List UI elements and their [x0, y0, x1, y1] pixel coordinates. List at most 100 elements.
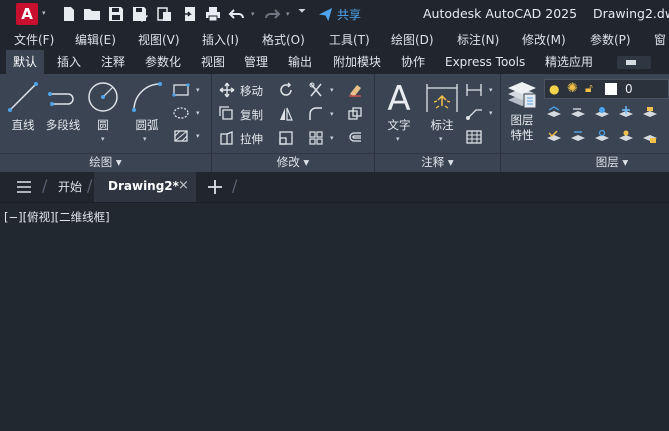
- layer-unlock-icon[interactable]: 🔓︎: [585, 81, 593, 96]
- rectangle-icon[interactable]: [172, 82, 190, 98]
- panel-title-annotation[interactable]: 注释 ▾: [375, 154, 500, 172]
- tab-collaborate[interactable]: 协作: [401, 50, 425, 74]
- menu-dimension[interactable]: 标注(N): [457, 31, 499, 48]
- dimension-dropdown-icon[interactable]: ▾: [439, 135, 443, 143]
- move-button[interactable]: 移动: [240, 83, 263, 99]
- tab-express-tools[interactable]: Express Tools: [445, 50, 525, 74]
- drawing-canvas[interactable]: [−][俯视][二维线框]: [0, 202, 669, 431]
- offset-icon[interactable]: [347, 130, 363, 146]
- open-folder-icon[interactable]: [83, 5, 101, 23]
- layer-thaw-icon[interactable]: ✺: [567, 81, 578, 96]
- layer-unisolate-icon[interactable]: [594, 129, 610, 145]
- layer-previous-icon[interactable]: [570, 105, 586, 121]
- viewport-controls[interactable]: [−][俯视][二维线框]: [4, 209, 110, 225]
- menu-tools[interactable]: 工具(T): [329, 31, 370, 48]
- menu-parametric[interactable]: 参数(P): [590, 31, 631, 48]
- undo-icon[interactable]: [228, 5, 246, 23]
- ribbon-minimize-toggle[interactable]: [617, 56, 651, 69]
- save-icon[interactable]: [107, 5, 125, 23]
- gradient-icon[interactable]: [172, 128, 190, 144]
- fillet-icon[interactable]: [308, 106, 324, 122]
- arc-dropdown-icon[interactable]: ▾: [143, 135, 147, 143]
- stretch-button[interactable]: 拉伸: [240, 131, 263, 147]
- layer-make-current-icon[interactable]: [546, 129, 562, 145]
- layer-off-icon[interactable]: [618, 129, 634, 145]
- redo-icon[interactable]: [263, 5, 281, 23]
- layer-unlock-all-icon[interactable]: [642, 129, 658, 145]
- customize-toolbar-icon[interactable]: ⏷: [298, 6, 306, 17]
- close-tab-icon[interactable]: ×: [178, 178, 189, 193]
- menu-window[interactable]: 窗: [654, 31, 666, 48]
- array-icon[interactable]: [308, 130, 324, 146]
- trim-dropdown-icon[interactable]: ▾: [330, 86, 334, 94]
- panel-title-draw[interactable]: 绘图 ▾: [0, 154, 211, 172]
- circle-button[interactable]: 圆: [86, 80, 120, 133]
- text-dropdown-icon[interactable]: ▾: [396, 135, 400, 143]
- new-tab-icon[interactable]: [207, 179, 223, 195]
- text-button[interactable]: A 文字: [384, 80, 414, 133]
- layer-isolate-icon[interactable]: [594, 105, 610, 121]
- rectangle-dropdown-icon[interactable]: ▾: [196, 86, 200, 94]
- plot-icon[interactable]: [204, 5, 222, 23]
- menu-draw[interactable]: 绘图(D): [391, 31, 434, 48]
- trim-icon[interactable]: [308, 82, 324, 98]
- linear-dimension-dropdown-icon[interactable]: ▾: [489, 86, 493, 94]
- new-file-icon[interactable]: [60, 5, 78, 23]
- tab-manage[interactable]: 管理: [244, 50, 268, 74]
- publish-icon[interactable]: [181, 5, 199, 23]
- rotate-icon[interactable]: [278, 82, 294, 98]
- copy-button[interactable]: 复制: [240, 107, 263, 123]
- erase-icon[interactable]: [347, 82, 363, 98]
- sheet-set-icon[interactable]: [155, 5, 173, 23]
- tab-view[interactable]: 视图: [201, 50, 225, 74]
- dimension-button[interactable]: 标注: [424, 80, 460, 133]
- autocad-logo[interactable]: A: [16, 3, 38, 25]
- hatch-dropdown-icon[interactable]: ▾: [196, 109, 200, 117]
- save-as-icon[interactable]: [131, 5, 149, 23]
- gradient-dropdown-icon[interactable]: ▾: [196, 132, 200, 140]
- panel-title-modify[interactable]: 修改 ▾: [212, 154, 374, 172]
- menu-view[interactable]: 视图(V): [138, 31, 180, 48]
- tab-featured-apps[interactable]: 精选应用: [545, 50, 593, 74]
- layer-properties-button[interactable]: 图层 特性: [504, 80, 540, 143]
- redo-caret-icon[interactable]: ▾: [286, 10, 290, 18]
- linear-dimension-icon[interactable]: [465, 82, 483, 98]
- drawing2-tab[interactable]: Drawing2* ×: [94, 172, 196, 202]
- menu-modify[interactable]: 修改(M): [522, 31, 566, 48]
- hamburger-menu-icon[interactable]: [16, 180, 32, 194]
- tab-addins[interactable]: 附加模块: [333, 50, 381, 74]
- layer-color-swatch[interactable]: [605, 83, 617, 95]
- menu-file[interactable]: 文件(F): [14, 31, 54, 48]
- arc-button[interactable]: 圆弧: [130, 80, 164, 133]
- explode-icon[interactable]: [347, 106, 363, 122]
- leader-icon[interactable]: [465, 105, 483, 121]
- layer-match-icon[interactable]: [546, 105, 562, 121]
- copy-icon[interactable]: [219, 106, 235, 122]
- table-icon[interactable]: [465, 129, 483, 145]
- line-button[interactable]: 直线: [6, 80, 40, 133]
- polyline-button[interactable]: 多段线: [44, 80, 82, 133]
- layer-freeze-icon[interactable]: [618, 105, 634, 121]
- layer-on-icon[interactable]: ●: [549, 82, 559, 96]
- fillet-dropdown-icon[interactable]: ▾: [330, 110, 334, 118]
- panel-title-layers[interactable]: 图层 ▾: [555, 154, 669, 172]
- undo-caret-icon[interactable]: ▾: [251, 10, 255, 18]
- menu-edit[interactable]: 编辑(E): [75, 31, 116, 48]
- stretch-icon[interactable]: [219, 130, 235, 146]
- layer-change-icon[interactable]: [570, 129, 586, 145]
- start-tab[interactable]: 开始: [58, 178, 82, 195]
- menu-format[interactable]: 格式(O): [262, 31, 305, 48]
- menu-insert[interactable]: 插入(I): [202, 31, 239, 48]
- mirror-icon[interactable]: [278, 106, 294, 122]
- hatch-icon[interactable]: [172, 105, 190, 121]
- tab-annotate[interactable]: 注释: [101, 50, 125, 74]
- tab-output[interactable]: 输出: [288, 50, 312, 74]
- circle-dropdown-icon[interactable]: ▾: [101, 135, 105, 143]
- move-icon[interactable]: [219, 82, 235, 98]
- tab-parametric[interactable]: 参数化: [145, 50, 181, 74]
- app-menu-caret-icon[interactable]: ▾: [42, 9, 46, 17]
- scale-icon[interactable]: [278, 130, 294, 146]
- share-button[interactable]: 共享: [318, 5, 361, 23]
- layer-dropdown[interactable]: ● ✺ 🔓︎ 0: [544, 79, 669, 99]
- leader-dropdown-icon[interactable]: ▾: [489, 109, 493, 117]
